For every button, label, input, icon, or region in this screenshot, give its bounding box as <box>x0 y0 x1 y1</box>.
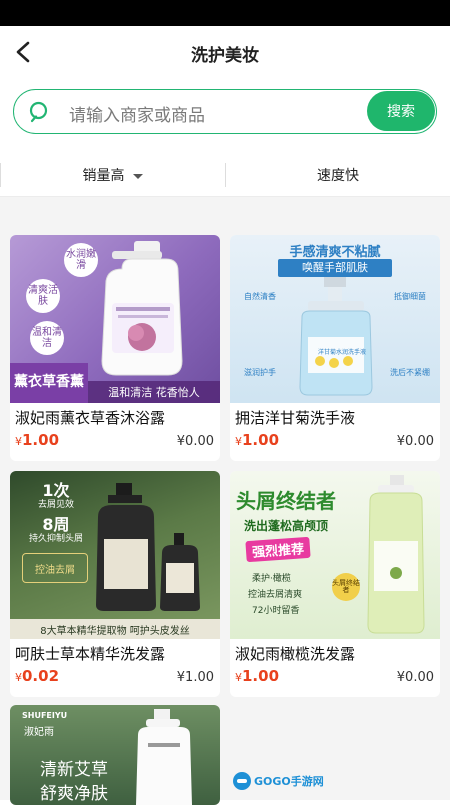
product-subheadline: 洗出蓬松高颅顶 <box>244 519 329 533</box>
search-bar[interactable]: 请输入商家或商品 搜索 <box>13 89 437 134</box>
search-input[interactable]: 请输入商家或商品 <box>69 101 205 126</box>
product-card[interactable]: 水润嫩滑 清爽活肤 温和清洁 薰衣草香薰 温和清洁 花香怡人 淑妃雨薰衣草香沐浴… <box>10 235 220 461</box>
product-image: 水润嫩滑 清爽活肤 温和清洁 薰衣草香薰 温和清洁 花香怡人 <box>10 235 220 403</box>
claim-text: 持久抑制头屑 <box>28 534 83 544</box>
product-card[interactable]: 手感清爽不粘腻 唤醒手部肌肤 自然清香 抵御细菌 滋润护手 洗后不紧绷 洋甘菊水… <box>230 235 440 461</box>
product-original-price: ¥0.00 <box>396 434 434 449</box>
product-price: ¥0.02 <box>15 667 60 685</box>
status-bar <box>0 0 450 26</box>
product-image: 1次 去屑见效 8周 持久抑制头屑 控油去屑 8大草本精华提取物 呵护头皮发丝 <box>10 471 220 639</box>
feature-line: 柔护·橄榄 <box>252 574 291 584</box>
sort-bar: 销量高 速度快 <box>0 153 450 197</box>
bottle-illustration <box>136 709 192 805</box>
claim-text: 去屑见效 <box>37 500 74 510</box>
bottle-illustration <box>96 483 200 611</box>
product-image: SHUFEIYU 淑妃雨 清新艾草 舒爽净肤 <box>10 705 220 805</box>
product-original-price: ¥0.00 <box>176 434 214 449</box>
product-slogan: 舒爽净肤 <box>40 784 108 804</box>
product-strip: 8大草本精华提取物 呵护头皮发丝 <box>10 619 220 639</box>
bottle-label: 洋甘菊水润洗手液 <box>317 349 366 356</box>
product-price: ¥1.00 <box>235 431 280 449</box>
feature-label: 滋润护手 <box>244 368 276 377</box>
caret-down-icon <box>132 173 143 179</box>
product-price: ¥1.00 <box>15 431 60 449</box>
product-stamp: 控油去屑 <box>22 553 88 583</box>
brand-logo-cn: 淑妃雨 <box>24 727 54 738</box>
product-original-price: ¥0.00 <box>396 670 434 685</box>
bottle-illustration <box>299 277 373 396</box>
page-title: 洗护美妆 <box>191 46 259 66</box>
product-headline: 头屑终结者 <box>236 489 336 513</box>
feature-line: 72小时留香 <box>252 606 300 616</box>
product-card[interactable]: 头屑终结者 洗出蓬松高颅顶 强烈推荐 柔护·橄榄 控油去屑清爽 72小时留香 头… <box>230 471 440 697</box>
product-name: 淑妃雨橄榄洗发露 <box>235 645 356 663</box>
watermark-logo: GOGO手游网 <box>232 770 324 792</box>
product-card[interactable]: 1次 去屑见效 8周 持久抑制头屑 控油去屑 8大草本精华提取物 呵护头皮发丝 … <box>10 471 220 697</box>
product-name: 拥洁洋甘菊洗手液 <box>235 409 356 427</box>
bottle-illustration <box>101 241 183 376</box>
product-strip: 温和清洁 花香怡人 <box>88 381 220 403</box>
product-card[interactable]: SHUFEIYU 淑妃雨 清新艾草 舒爽净肤 <box>10 705 220 805</box>
top-bar: 洗护美妆 <box>0 26 450 78</box>
product-price: ¥1.00 <box>235 667 280 685</box>
promo-tag: 强烈推荐 <box>245 536 311 563</box>
product-headline: 手感清爽不粘腻 <box>289 245 381 260</box>
feature-label: 自然清香 <box>244 292 276 301</box>
feature-label: 洗后不紧绷 <box>390 368 430 377</box>
watermark-text: GOGO手游网 <box>254 775 324 788</box>
badge: 清爽活肤 <box>26 279 60 313</box>
product-image: 头屑终结者 洗出蓬松高颅顶 强烈推荐 柔护·橄榄 控油去屑清爽 72小时留香 头… <box>230 471 440 639</box>
product-name: 呵肤士草本精华洗发露 <box>15 645 166 663</box>
product-grid: 水润嫩滑 清爽活肤 温和清洁 薰衣草香薰 温和清洁 花香怡人 淑妃雨薰衣草香沐浴… <box>0 197 450 805</box>
product-slogan: 清新艾草 <box>40 760 108 780</box>
product-subheadline: 唤醒手部肌肤 <box>278 259 392 277</box>
sort-speed[interactable]: 速度快 <box>226 165 450 185</box>
bottle-illustration <box>367 475 425 634</box>
search-button[interactable]: 搜索 <box>367 91 435 131</box>
feature-label: 抵御细菌 <box>394 292 426 301</box>
brand-logo: SHUFEIYU <box>22 711 68 720</box>
product-image: 手感清爽不粘腻 唤醒手部肌肤 自然清香 抵御细菌 滋润护手 洗后不紧绷 洋甘菊水… <box>230 235 440 403</box>
gamepad-icon <box>233 772 251 790</box>
product-name: 淑妃雨薰衣草香沐浴露 <box>15 409 166 427</box>
sort-sales-label: 销量高 <box>82 168 125 184</box>
product-tag: 薰衣草香薰 <box>10 363 88 403</box>
feature-line: 控油去屑清爽 <box>248 590 303 600</box>
sort-sales[interactable]: 销量高 <box>0 165 225 185</box>
search-icon <box>29 101 48 123</box>
badge: 温和清洁 <box>30 321 64 355</box>
product-original-price: ¥1.00 <box>176 670 214 685</box>
